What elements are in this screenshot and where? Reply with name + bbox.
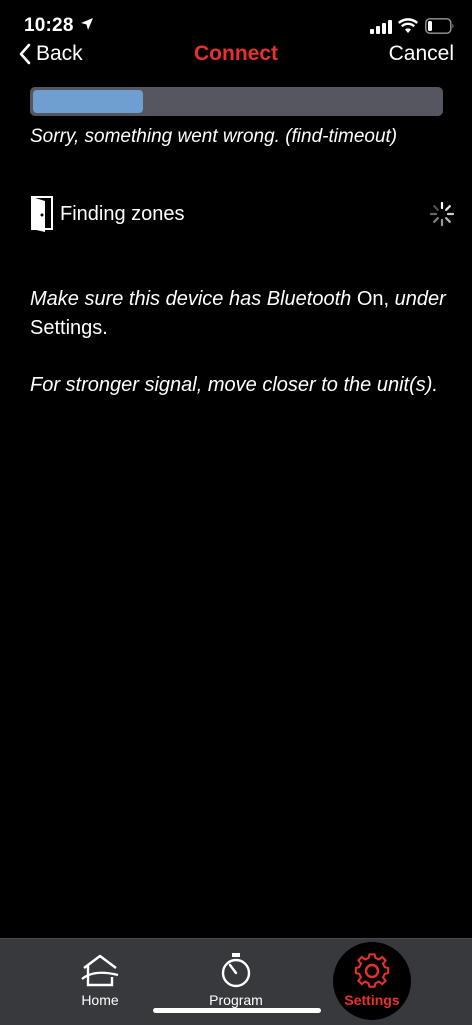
navigation-bar: Back Connect Cancel bbox=[0, 40, 472, 74]
wifi-icon bbox=[398, 18, 418, 33]
bluetooth-hint-text: Make sure this device has Bluetooth bbox=[30, 288, 352, 310]
tab-home[interactable]: Home bbox=[45, 939, 155, 1025]
tab-settings[interactable]: Settings bbox=[317, 939, 427, 1025]
house-icon bbox=[81, 954, 119, 987]
chevron-left-icon bbox=[19, 43, 31, 65]
bluetooth-settings-text: Settings. bbox=[30, 317, 108, 339]
error-message: Sorry, something went wrong. (find-timeo… bbox=[30, 126, 398, 147]
gear-icon bbox=[354, 953, 390, 988]
cellular-signal-icon bbox=[370, 20, 392, 34]
stopwatch-icon bbox=[221, 953, 251, 988]
status-time: 10:28 bbox=[24, 15, 74, 36]
spinner-icon bbox=[429, 201, 455, 227]
door-icon bbox=[31, 196, 53, 232]
location-arrow-icon bbox=[81, 18, 93, 30]
cancel-button[interactable]: Cancel bbox=[389, 42, 454, 66]
status-bar: 10:28 bbox=[0, 0, 472, 40]
tab-settings-label: Settings bbox=[344, 992, 400, 1008]
bluetooth-hint: Make sure this device has Bluetooth On, … bbox=[30, 285, 450, 343]
bluetooth-under-text: under bbox=[394, 288, 446, 310]
progress-fill bbox=[33, 90, 143, 113]
signal-hint: For stronger signal, move closer to the … bbox=[30, 374, 438, 396]
tab-program-label: Program bbox=[209, 992, 263, 1008]
battery-icon bbox=[425, 18, 454, 34]
tab-home-label: Home bbox=[81, 992, 119, 1008]
bluetooth-on-text: On, bbox=[356, 288, 390, 310]
finding-zones-label: Finding zones bbox=[60, 203, 185, 225]
back-label: Back bbox=[36, 42, 83, 65]
home-indicator[interactable] bbox=[153, 1008, 321, 1013]
progress-bar bbox=[30, 87, 443, 116]
finding-zones-row: Finding zones bbox=[30, 195, 455, 235]
back-button[interactable]: Back bbox=[18, 42, 83, 66]
